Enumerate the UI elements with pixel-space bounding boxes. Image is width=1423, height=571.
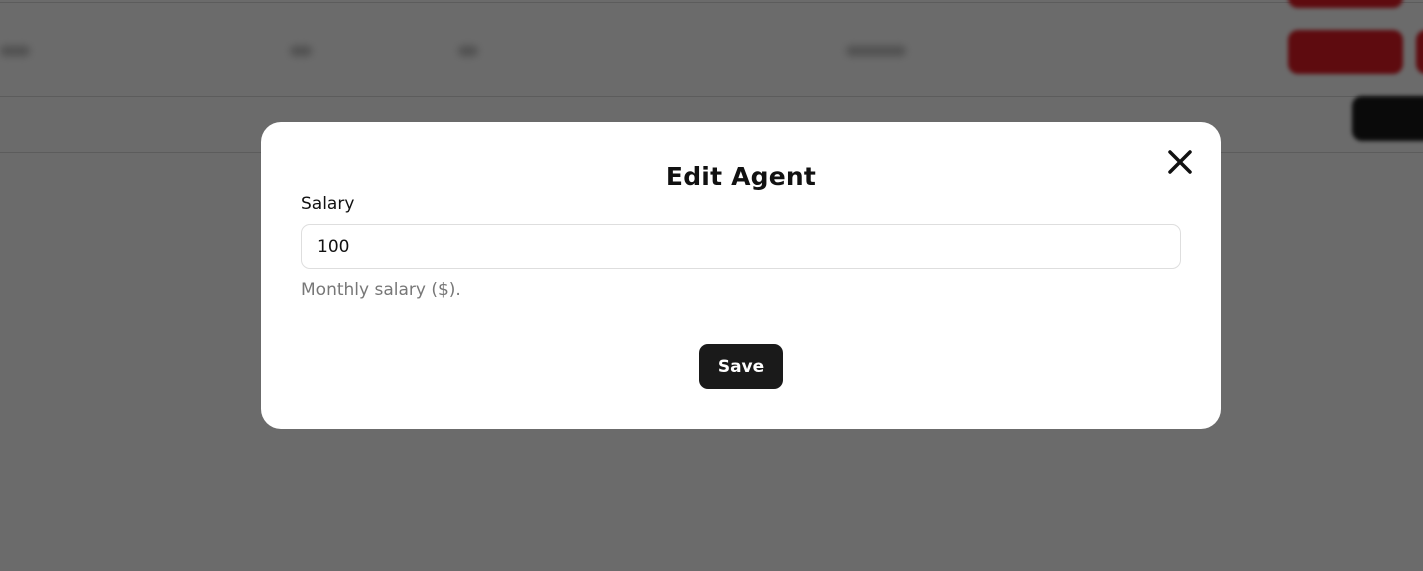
modal-title: Edit Agent	[665, 162, 817, 191]
salary-label: Salary	[301, 194, 355, 214]
salary-input[interactable]	[301, 224, 1181, 269]
salary-help-text: Monthly salary ($).	[301, 280, 461, 300]
page: Edit Agent Salary Monthly salary ($). Sa…	[0, 0, 1423, 571]
save-button[interactable]: Save	[699, 344, 783, 389]
edit-agent-modal: Edit Agent Salary Monthly salary ($). Sa…	[261, 122, 1221, 429]
